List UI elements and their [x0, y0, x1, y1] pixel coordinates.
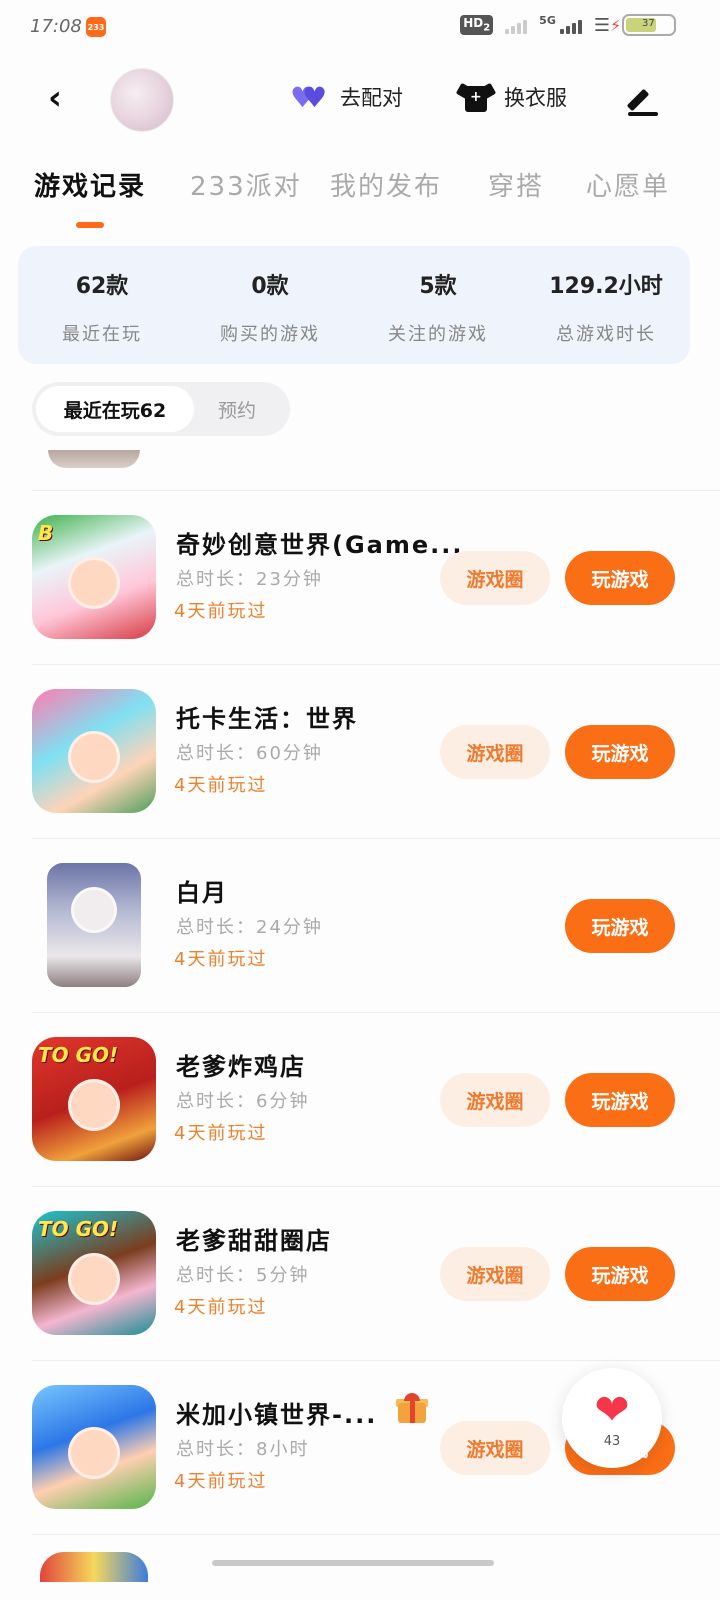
- charging-icon: ⚡: [610, 16, 622, 35]
- game-icon[interactable]: [48, 450, 140, 468]
- game-icon[interactable]: [32, 1385, 156, 1509]
- tab-my-posts[interactable]: 我的发布: [330, 166, 442, 203]
- stat-value: 129.2小时: [549, 274, 663, 299]
- home-indicator[interactable]: [212, 1560, 494, 1566]
- game-title: 托卡生活：世界: [176, 705, 358, 733]
- game-icon[interactable]: TO GO!: [32, 1037, 156, 1161]
- stat-value: 0款: [251, 274, 289, 299]
- shirt-icon: +: [455, 82, 497, 112]
- game-title: 白月: [176, 879, 228, 907]
- stat-purchased-games[interactable]: 0款 购买的游戏: [186, 268, 354, 346]
- filter-reservations[interactable]: 预约: [218, 396, 256, 423]
- active-tab-indicator: [76, 222, 104, 228]
- list-item[interactable]: 白月 总时长：24分钟 4天前玩过 玩游戏: [0, 839, 720, 1012]
- play-game-button[interactable]: 玩游戏: [565, 551, 675, 605]
- play-game-button[interactable]: 玩游戏: [565, 1073, 675, 1127]
- last-played: 4天前玩过: [174, 601, 268, 622]
- heart-icon: ❤: [594, 1384, 630, 1434]
- gift-icon[interactable]: [396, 1393, 428, 1423]
- last-played: 4天前玩过: [174, 775, 268, 796]
- wifi-icon: ☰: [593, 14, 610, 36]
- like-count: 43: [603, 1433, 621, 1449]
- game-duration: 总时长：60分钟: [176, 743, 323, 764]
- back-button[interactable]: ‹: [48, 80, 78, 116]
- status-bar: 17:08 233 HD2 5G ☰ ⚡ 37: [0, 0, 720, 56]
- list-item[interactable]: 托卡生活：世界 总时长：60分钟 4天前玩过 游戏圈 玩游戏: [0, 665, 720, 838]
- game-title: 老爹炸鸡店: [176, 1053, 306, 1081]
- dress-up-button[interactable]: + 换衣服: [455, 82, 567, 112]
- avatar[interactable]: [110, 68, 174, 132]
- game-circle-button[interactable]: 游戏圈: [440, 1073, 550, 1127]
- pair-button[interactable]: ♥ ♥ 去配对: [290, 82, 403, 112]
- game-duration: 总时长：6分钟: [176, 1091, 310, 1112]
- pair-label: 去配对: [340, 86, 403, 110]
- last-played: 4天前玩过: [174, 1471, 268, 1492]
- stat-value: 62款: [75, 274, 129, 299]
- game-title: 米加小镇世界-...: [176, 1401, 378, 1429]
- floating-like-button[interactable]: ❤ 43: [562, 1368, 662, 1468]
- filter-bar: 最近在玩62 预约: [32, 382, 290, 436]
- list-item[interactable]: TO GO! 老爹甜甜圈店 总时长：5分钟 4天前玩过 游戏圈 玩游戏: [0, 1187, 720, 1360]
- tab-233-party[interactable]: 233派对: [190, 166, 302, 203]
- signal-icon-sim2: [505, 16, 528, 34]
- game-circle-button[interactable]: 游戏圈: [440, 551, 550, 605]
- game-icon[interactable]: [40, 1552, 148, 1582]
- last-played: 4天前玩过: [174, 1123, 268, 1144]
- game-title: 老爹甜甜圈店: [176, 1227, 332, 1255]
- app-notification-icon: 233: [86, 17, 106, 37]
- game-icon[interactable]: B: [32, 515, 156, 639]
- stat-label: 关注的游戏: [388, 324, 488, 345]
- profile-header: ‹ ♥ ♥ 去配对 + 换衣服: [0, 62, 720, 140]
- network-type: 5G: [539, 13, 556, 27]
- hd-icon: HD2: [460, 15, 494, 35]
- divider: [32, 1534, 720, 1535]
- game-duration: 总时长：5分钟: [176, 1265, 310, 1286]
- stat-label: 购买的游戏: [220, 324, 320, 345]
- stat-followed-games[interactable]: 5款 关注的游戏: [354, 268, 522, 346]
- stat-label: 最近在玩: [62, 324, 142, 345]
- play-game-button[interactable]: 玩游戏: [565, 899, 675, 953]
- double-heart-icon: ♥ ♥: [290, 81, 328, 114]
- game-circle-button[interactable]: 游戏圈: [440, 725, 550, 779]
- game-circle-button[interactable]: 游戏圈: [440, 1247, 550, 1301]
- list-item[interactable]: B 奇妙创意世界(Game... 总时长：23分钟 4天前玩过 游戏圈 玩游戏: [0, 491, 720, 664]
- stats-card: 62款 最近在玩 0款 购买的游戏 5款 关注的游戏 129.2小时 总游戏时长: [18, 246, 690, 364]
- battery-level: 37: [642, 18, 655, 29]
- game-circle-button[interactable]: 游戏圈: [440, 1421, 550, 1475]
- game-duration: 总时长：23分钟: [176, 569, 323, 590]
- battery-icon: ⚡ 37: [610, 14, 676, 36]
- edit-button[interactable]: [626, 84, 660, 116]
- play-game-button[interactable]: 玩游戏: [565, 1247, 675, 1301]
- pen-icon: [626, 88, 650, 112]
- game-icon[interactable]: TO GO!: [32, 1211, 156, 1335]
- tab-outfits[interactable]: 穿搭: [488, 166, 544, 203]
- stat-value: 5款: [419, 274, 457, 299]
- game-icon[interactable]: [32, 689, 156, 813]
- last-played: 4天前玩过: [174, 1297, 268, 1318]
- game-duration: 总时长：8小时: [176, 1439, 310, 1460]
- stat-recent-playing[interactable]: 62款 最近在玩: [18, 268, 186, 346]
- game-title: 奇妙创意世界(Game...: [176, 531, 464, 559]
- status-icons: HD2 5G ☰ ⚡ 37: [460, 14, 676, 36]
- stat-total-playtime[interactable]: 129.2小时 总游戏时长: [522, 268, 690, 346]
- play-game-button[interactable]: 玩游戏: [565, 725, 675, 779]
- last-played: 4天前玩过: [174, 949, 268, 970]
- profile-tabs: 游戏记录 233派对 我的发布 穿搭 心愿单: [0, 162, 720, 232]
- game-duration: 总时长：24分钟: [176, 917, 323, 938]
- status-time: 17:08: [30, 16, 82, 37]
- stat-label: 总游戏时长: [556, 324, 656, 345]
- dress-up-label: 换衣服: [504, 86, 567, 110]
- tab-wishlist[interactable]: 心愿单: [586, 166, 670, 203]
- tab-game-records[interactable]: 游戏记录: [34, 166, 146, 203]
- filter-recent-playing[interactable]: 最近在玩62: [36, 386, 194, 432]
- list-item[interactable]: TO GO! 老爹炸鸡店 总时长：6分钟 4天前玩过 游戏圈 玩游戏: [0, 1013, 720, 1186]
- signal-icon-sim1: [559, 16, 582, 34]
- game-icon[interactable]: [47, 863, 141, 987]
